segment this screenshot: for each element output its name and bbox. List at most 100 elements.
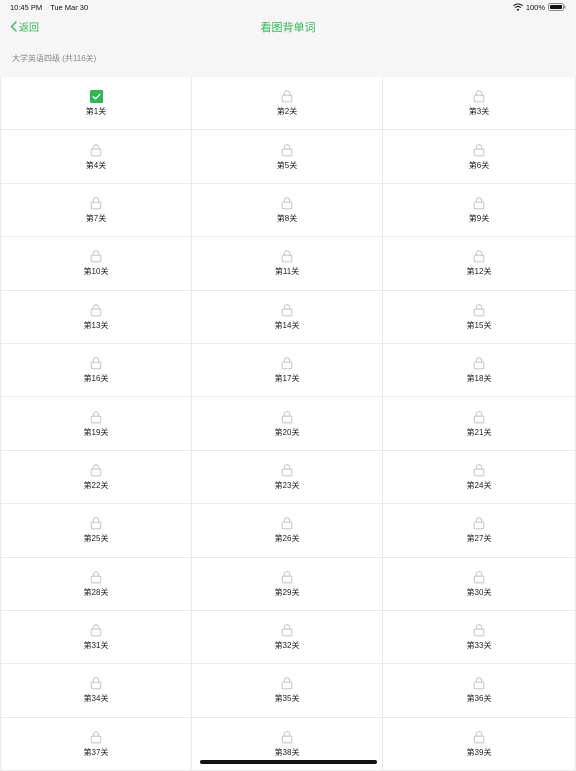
- level-label: 第10关: [83, 267, 109, 277]
- lock-icon: [472, 676, 486, 690]
- level-cell[interactable]: 第14关: [192, 290, 383, 344]
- level-cell[interactable]: 第33关: [383, 610, 576, 665]
- level-grid: 第1关 第2关 第3关第4关 第5关 第6关第7关 第8关 第9关第10关 第11关 第12关第…: [0, 77, 576, 771]
- level-label: 第27关: [466, 534, 492, 544]
- level-label: 第23关: [274, 480, 300, 490]
- level-label: 第21关: [466, 427, 492, 437]
- level-cell[interactable]: 第1关: [0, 77, 192, 131]
- level-cell[interactable]: 第20关: [192, 397, 383, 451]
- level-label: 第2关: [276, 107, 298, 117]
- level-label: 第19关: [83, 427, 109, 437]
- level-label: 第16关: [83, 374, 109, 384]
- lock-icon: [280, 196, 294, 210]
- level-label: 第25关: [83, 534, 109, 544]
- lock-icon: [280, 623, 294, 637]
- level-cell[interactable]: 第15关: [383, 290, 576, 344]
- level-label: 第39关: [466, 747, 492, 757]
- level-label: 第13关: [83, 320, 109, 330]
- level-label: 第37关: [83, 747, 109, 757]
- lock-icon: [472, 356, 486, 370]
- level-label: 第17关: [274, 374, 300, 384]
- level-cell[interactable]: 第3关: [383, 77, 576, 131]
- nav-bar: 返回 看图背单词: [0, 14, 576, 40]
- level-cell[interactable]: 第39关: [383, 717, 576, 771]
- lock-icon: [280, 356, 294, 370]
- level-cell[interactable]: 第21关: [383, 397, 576, 451]
- level-cell[interactable]: 第30关: [383, 557, 576, 611]
- lock-icon: [472, 730, 486, 744]
- level-label: 第11关: [274, 267, 300, 277]
- level-label: 第38关: [274, 747, 300, 757]
- level-label: 第28关: [83, 587, 109, 597]
- level-cell[interactable]: 第19关: [0, 397, 192, 451]
- level-cell[interactable]: 第23关: [192, 450, 383, 505]
- level-label: 第12关: [466, 267, 492, 277]
- section-header: 大学英语四级 (共116关): [0, 40, 576, 77]
- level-cell[interactable]: 第4关: [0, 130, 192, 184]
- level-cell[interactable]: 第28关: [0, 557, 192, 611]
- level-label: 第6关: [468, 160, 490, 170]
- lock-icon: [89, 249, 103, 263]
- lock-icon: [472, 89, 486, 103]
- section-title: 大学英语四级 (共116关): [12, 54, 97, 63]
- level-label: 第30关: [466, 587, 492, 597]
- level-cell[interactable]: 第17关: [192, 343, 383, 398]
- back-button[interactable]: 返回: [10, 19, 39, 34]
- lock-icon: [280, 410, 294, 424]
- level-cell[interactable]: 第8关: [192, 183, 383, 238]
- level-cell[interactable]: 第11关: [192, 237, 383, 291]
- level-cell[interactable]: 第16关: [0, 343, 192, 398]
- level-cell[interactable]: 第2关: [192, 77, 383, 131]
- level-cell[interactable]: 第9关: [383, 183, 576, 238]
- level-cell[interactable]: 第29关: [192, 557, 383, 611]
- level-label: 第5关: [276, 160, 298, 170]
- level-cell[interactable]: 第37关: [0, 717, 192, 771]
- level-cell[interactable]: 第31关: [0, 610, 192, 665]
- level-cell[interactable]: 第25关: [0, 504, 192, 558]
- level-label: 第24关: [466, 480, 492, 490]
- check-icon: [89, 89, 103, 103]
- level-label: 第32关: [274, 641, 300, 651]
- level-cell[interactable]: 第18关: [383, 343, 576, 398]
- status-bar: 10:45 PM Tue Mar 30 100%: [0, 0, 576, 14]
- lock-icon: [472, 196, 486, 210]
- home-indicator[interactable]: [200, 760, 377, 764]
- lock-icon: [280, 570, 294, 584]
- level-cell[interactable]: 第26关: [192, 504, 383, 558]
- level-label: 第9关: [468, 213, 490, 223]
- level-cell[interactable]: 第13关: [0, 290, 192, 344]
- lock-icon: [472, 570, 486, 584]
- status-left: 10:45 PM Tue Mar 30: [10, 3, 94, 12]
- level-cell[interactable]: 第5关: [192, 130, 383, 184]
- level-cell[interactable]: 第22关: [0, 450, 192, 505]
- lock-icon: [472, 303, 486, 317]
- level-cell[interactable]: 第12关: [383, 237, 576, 291]
- level-label: 第34关: [83, 694, 109, 704]
- level-label: 第18关: [466, 374, 492, 384]
- status-date: Tue Mar 30: [50, 2, 89, 12]
- lock-icon: [89, 463, 103, 477]
- status-right: 100%: [512, 3, 566, 12]
- level-cell[interactable]: 第35关: [192, 664, 383, 718]
- level-cell[interactable]: 第34关: [0, 664, 192, 718]
- level-cell[interactable]: 第32关: [192, 610, 383, 665]
- lock-icon: [280, 303, 294, 317]
- level-cell[interactable]: 第7关: [0, 183, 192, 238]
- lock-icon: [89, 143, 103, 157]
- lock-icon: [472, 249, 486, 263]
- level-label: 第31关: [83, 641, 109, 651]
- level-cell[interactable]: 第10关: [0, 237, 192, 291]
- level-label: 第1关: [85, 107, 107, 117]
- level-cell[interactable]: 第36关: [383, 664, 576, 718]
- level-cell[interactable]: 第27关: [383, 504, 576, 558]
- lock-icon: [472, 410, 486, 424]
- lock-icon: [89, 410, 103, 424]
- level-label: 第14关: [274, 320, 300, 330]
- level-label: 第8关: [276, 213, 298, 223]
- level-cell[interactable]: 第24关: [383, 450, 576, 505]
- lock-icon: [89, 676, 103, 690]
- level-cell[interactable]: 第6关: [383, 130, 576, 184]
- lock-icon: [89, 196, 103, 210]
- lock-icon: [89, 356, 103, 370]
- lock-icon: [472, 143, 486, 157]
